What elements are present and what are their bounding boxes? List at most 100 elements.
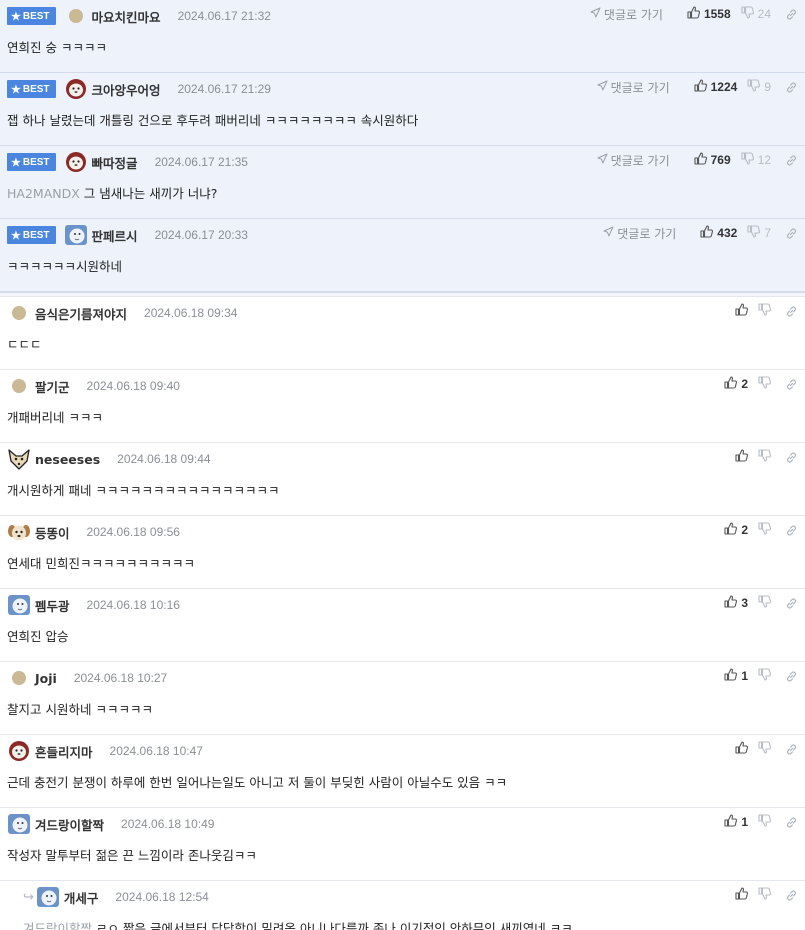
- link-icon[interactable]: [785, 743, 798, 756]
- upvote-button[interactable]: 2: [724, 522, 748, 538]
- downvote-button[interactable]: 12: [741, 152, 771, 168]
- upvote-button[interactable]: [735, 887, 748, 903]
- goto-comment-link[interactable]: 댓글로 가기: [603, 225, 676, 242]
- best-badge: ★ BEST: [7, 153, 56, 171]
- avatar-blue[interactable]: [64, 224, 88, 246]
- link-icon[interactable]: [785, 889, 798, 902]
- mention[interactable]: HA2MANDX: [7, 186, 80, 201]
- avatar-fox[interactable]: [7, 448, 31, 470]
- goto-comment-link[interactable]: 댓글로 가기: [590, 6, 663, 23]
- avatar-blue[interactable]: [7, 813, 31, 835]
- mention[interactable]: 겨드랑이할짝: [23, 921, 92, 930]
- comment-date: 2024.06.18 09:34: [144, 306, 238, 320]
- avatar-plain[interactable]: [64, 5, 88, 27]
- downvote-button[interactable]: [758, 303, 771, 319]
- link-icon[interactable]: [785, 816, 798, 829]
- comment-author[interactable]: 팔기군: [35, 377, 70, 396]
- comment-header: 음식은기름져야지 2024.06.18 09:34: [7, 302, 237, 324]
- comment-body: 연희진 숭 ㅋㅋㅋㅋ: [7, 37, 107, 56]
- comment-author[interactable]: 음식은기름져야지: [35, 304, 127, 323]
- avatar-red[interactable]: [64, 78, 88, 100]
- comment-actions: 댓글로 가기 1558 24: [590, 6, 798, 22]
- upvote-count: 1224: [710, 80, 738, 94]
- comment-author[interactable]: 흔들리지마: [35, 742, 93, 761]
- comment-author[interactable]: 개세구: [64, 888, 99, 907]
- upvote-button[interactable]: 432: [700, 225, 737, 241]
- thumb-down-icon: [758, 303, 771, 319]
- upvote-button[interactable]: [735, 449, 748, 465]
- downvote-button[interactable]: [758, 376, 771, 392]
- comment-author[interactable]: Joji: [35, 671, 57, 686]
- comment-text: 연희진 숭 ㅋㅋㅋㅋ: [7, 40, 107, 55]
- comment: 팔기군 2024.06.18 09:40 2 개패버리네 ㅋㅋㅋ: [0, 370, 805, 443]
- downvote-count: 7: [764, 226, 771, 240]
- downvote-button[interactable]: 9: [747, 79, 771, 95]
- link-icon[interactable]: [785, 81, 798, 94]
- comment-author[interactable]: 마요치킨마요: [92, 7, 161, 26]
- downvote-button[interactable]: [758, 887, 771, 903]
- comment-date: 2024.06.17 21:29: [177, 82, 271, 96]
- link-icon[interactable]: [785, 154, 798, 167]
- comment-actions: 댓글로 가기 769 12: [597, 152, 798, 168]
- link-icon[interactable]: [785, 597, 798, 610]
- downvote-button[interactable]: [758, 814, 771, 830]
- downvote-button[interactable]: 24: [741, 6, 771, 22]
- upvote-button[interactable]: [735, 741, 748, 757]
- upvote-button[interactable]: 3: [724, 595, 748, 611]
- comment-author[interactable]: 겨드랑이할짝: [35, 815, 104, 834]
- upvote-button[interactable]: [735, 303, 748, 319]
- link-icon[interactable]: [785, 227, 798, 240]
- thumb-down-icon: [747, 225, 761, 241]
- upvote-button[interactable]: 2: [724, 376, 748, 392]
- comment: neseeses 2024.06.18 09:44 개시원하게 패네 ㅋㅋㅋㅋㅋㅋㅋ…: [0, 443, 805, 516]
- comment-author[interactable]: 펨두광: [35, 596, 70, 615]
- best-badge-label: BEST: [22, 83, 50, 95]
- comment: 음식은기름져야지 2024.06.18 09:34 ㄷㄷㄷ: [0, 297, 805, 370]
- avatar-blue[interactable]: [7, 594, 31, 616]
- thumb-down-icon: [758, 741, 771, 757]
- downvote-button[interactable]: [758, 741, 771, 757]
- avatar-plain[interactable]: [7, 667, 31, 689]
- comment-author[interactable]: 판페르시: [92, 226, 138, 245]
- send-icon: [603, 226, 617, 240]
- link-icon[interactable]: [785, 305, 798, 318]
- link-icon[interactable]: [785, 670, 798, 683]
- avatar-blue[interactable]: [36, 886, 60, 908]
- thumb-down-icon: [758, 376, 771, 392]
- upvote-button[interactable]: 1558: [687, 6, 731, 22]
- upvote-button[interactable]: 1224: [694, 79, 738, 95]
- comment-text: 근데 충전기 분쟁이 하루에 한번 일어나는일도 아니고 저 둘이 부딪힌 사람…: [7, 775, 508, 790]
- link-icon[interactable]: [785, 378, 798, 391]
- downvote-button[interactable]: [758, 595, 771, 611]
- comment-body: 개패버리네 ㅋㅋㅋ: [7, 407, 103, 426]
- goto-comment-link[interactable]: 댓글로 가기: [597, 152, 670, 169]
- comment-actions: 댓글로 가기 1224 9: [597, 79, 798, 95]
- thumb-up-icon: [735, 303, 748, 319]
- comment-author[interactable]: neseeses: [35, 452, 100, 467]
- comment-author[interactable]: 크아앙우어엉: [92, 80, 161, 99]
- avatar-red[interactable]: [64, 151, 88, 173]
- downvote-button[interactable]: [758, 522, 771, 538]
- thumb-up-icon: [694, 79, 707, 95]
- comment-author[interactable]: 등똥이: [35, 523, 70, 542]
- link-icon[interactable]: [785, 451, 798, 464]
- downvote-button[interactable]: [758, 449, 771, 465]
- downvote-button[interactable]: 7: [747, 225, 771, 241]
- downvote-button[interactable]: [758, 668, 771, 684]
- comment-actions: 댓글로 가기 432 7: [603, 225, 798, 241]
- link-icon[interactable]: [785, 524, 798, 537]
- link-icon[interactable]: [785, 8, 798, 21]
- avatar-plain[interactable]: [7, 302, 31, 324]
- upvote-button[interactable]: 1: [724, 814, 748, 830]
- comment-body: 개시원하게 패네 ㅋㅋㅋㅋㅋㅋㅋㅋㅋㅋㅋㅋㅋㅋㅋㅋ: [7, 480, 279, 499]
- send-icon: [597, 153, 611, 167]
- goto-comment-link[interactable]: 댓글로 가기: [597, 79, 670, 96]
- thumb-down-icon: [747, 79, 761, 95]
- avatar-plain[interactable]: [7, 375, 31, 397]
- downvote-count: 9: [764, 80, 771, 94]
- avatar-red[interactable]: [7, 740, 31, 762]
- comment-author[interactable]: 빠따정글: [92, 153, 138, 172]
- upvote-button[interactable]: 1: [724, 668, 748, 684]
- avatar-dog[interactable]: [7, 521, 31, 543]
- upvote-button[interactable]: 769: [694, 152, 731, 168]
